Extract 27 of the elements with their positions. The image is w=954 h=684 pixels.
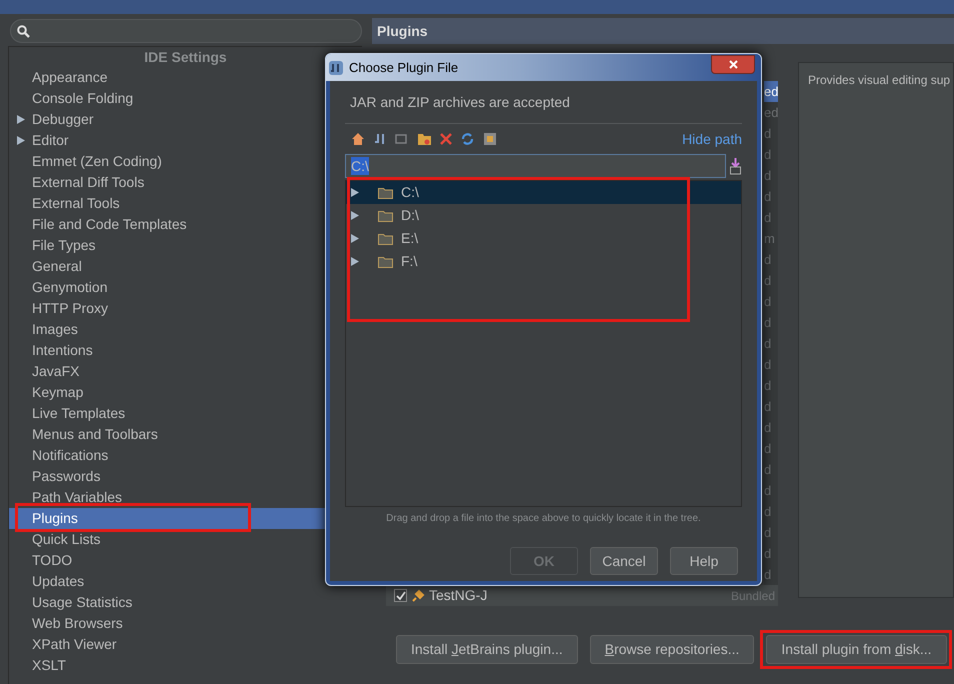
plugin-name: TestNG-J — [429, 586, 488, 605]
path-field[interactable]: C:\ — [345, 154, 726, 178]
plugin-status: ed — [764, 81, 778, 102]
path-value: C:\ — [351, 157, 369, 175]
dialog-button[interactable]: Cancel — [590, 547, 658, 575]
tree-item[interactable]: C:\ — [346, 181, 741, 204]
dialog-title: Choose Plugin File — [349, 58, 460, 77]
plugin-status: ed — [764, 102, 778, 123]
tree-item[interactable]: E:\ — [346, 227, 741, 250]
panel-title: Plugins — [372, 18, 954, 44]
dialog-button[interactable]: Help — [670, 547, 738, 575]
settings-item[interactable]: Editor — [9, 130, 362, 151]
settings-item[interactable]: XPath Viewer — [9, 634, 362, 655]
settings-item[interactable]: XSLT — [9, 655, 362, 676]
settings-item[interactable]: Web Browsers — [9, 613, 362, 634]
install-button[interactable]: Install plugin from disk... — [766, 634, 947, 664]
tree-item[interactable]: D:\ — [346, 204, 741, 227]
tree-item[interactable]: F:\ — [346, 250, 741, 273]
hide-path-link[interactable]: Hide path — [682, 128, 742, 150]
install-button[interactable]: Install JetBrains plugin... — [396, 634, 578, 664]
description-panel: Provides visual editing sup — [798, 62, 954, 598]
install-button[interactable]: Browse repositories... — [590, 634, 754, 664]
settings-item[interactable]: Usage Statistics — [9, 592, 362, 613]
drop-hint: Drag and drop a file into the space above to quickly locate it in the tree. — [385, 512, 702, 526]
dialog-message: JAR and ZIP archives are accepted — [345, 81, 742, 124]
plugin-status: m — [764, 228, 778, 249]
section-header: IDE Settings — [143, 48, 228, 67]
